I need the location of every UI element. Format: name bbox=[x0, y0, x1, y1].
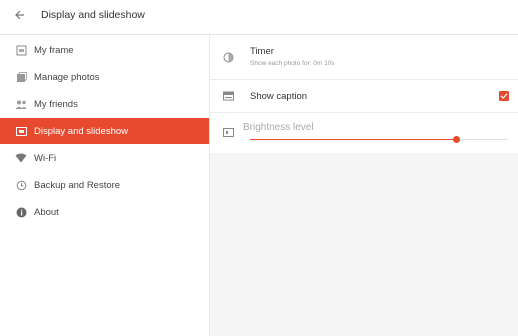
brightness-slider-thumb[interactable] bbox=[453, 136, 461, 143]
brightness-label: Brightness level bbox=[243, 122, 314, 133]
sidebar-item-about[interactable]: About bbox=[0, 199, 209, 225]
arrow-left-icon[interactable] bbox=[12, 9, 26, 23]
wifi-icon bbox=[15, 152, 27, 164]
sidebar-item-label: About bbox=[34, 206, 59, 218]
backup-icon bbox=[15, 179, 27, 191]
settings-panel: Timer Show each photo for: 0m 10s Show c… bbox=[210, 35, 518, 153]
timer-title: Timer bbox=[250, 46, 274, 57]
sidebar-item-label: Display and slideshow bbox=[34, 125, 128, 137]
sidebar-item-label: Manage photos bbox=[34, 71, 100, 83]
show-caption-label: Show caption bbox=[250, 91, 308, 102]
brightness-setting: Brightness level bbox=[210, 113, 518, 153]
frame-icon bbox=[15, 44, 27, 56]
sidebar-item-manage-photos[interactable]: Manage photos bbox=[0, 64, 209, 90]
sidebar: My frame Manage photos My friends Displa… bbox=[0, 35, 210, 336]
sidebar-item-label: My frame bbox=[34, 44, 74, 56]
photos-icon bbox=[15, 71, 27, 83]
timer-subtitle: Show each photo for: 0m 10s bbox=[250, 60, 335, 67]
sidebar-item-backup-and-restore[interactable]: Backup and Restore bbox=[0, 172, 209, 198]
show-caption-checkbox[interactable] bbox=[499, 91, 509, 101]
timer-icon bbox=[222, 51, 234, 63]
sidebar-item-my-frame[interactable]: My frame bbox=[0, 37, 209, 63]
sidebar-item-my-friends[interactable]: My friends bbox=[0, 91, 209, 117]
sidebar-item-label: Backup and Restore bbox=[34, 179, 121, 191]
show-caption-setting[interactable]: Show caption bbox=[210, 80, 518, 113]
display-icon bbox=[15, 125, 27, 137]
top-bar: Display and slideshow bbox=[0, 0, 518, 35]
check-icon bbox=[500, 93, 508, 99]
friends-icon bbox=[15, 98, 27, 110]
settings-content: Timer Show each photo for: 0m 10s Show c… bbox=[210, 35, 518, 336]
sidebar-item-label: My friends bbox=[34, 98, 78, 110]
brightness-slider[interactable] bbox=[250, 136, 508, 143]
sidebar-item-label: Wi-Fi bbox=[34, 152, 57, 164]
page-title: Display and slideshow bbox=[41, 9, 145, 21]
caption-icon bbox=[222, 90, 234, 102]
brightness-icon bbox=[222, 126, 234, 138]
sidebar-item-wifi[interactable]: Wi-Fi bbox=[0, 145, 209, 171]
brightness-slider-fill bbox=[250, 139, 457, 140]
sidebar-item-display-and-slideshow[interactable]: Display and slideshow bbox=[0, 118, 209, 144]
info-icon bbox=[15, 206, 27, 218]
timer-setting[interactable]: Timer Show each photo for: 0m 10s bbox=[210, 35, 518, 80]
